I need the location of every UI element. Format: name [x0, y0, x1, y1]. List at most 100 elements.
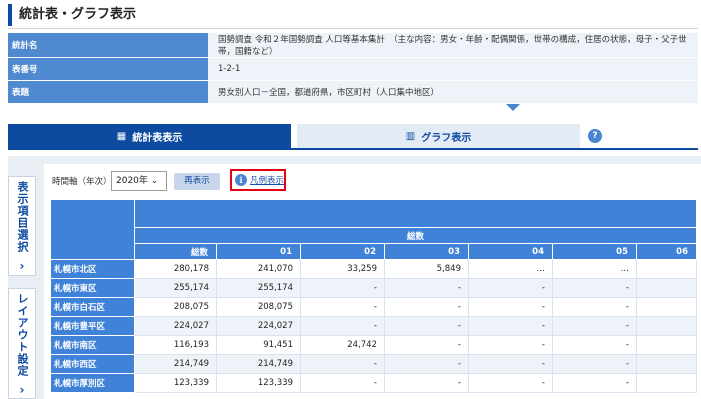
table-row: 札幌市白石区 208,075 208,075 - - - -	[50, 297, 697, 317]
table-cell	[636, 354, 697, 374]
table-cell: 208,075	[216, 297, 301, 317]
column-header: 06	[636, 243, 697, 260]
table-cell: 116,193	[134, 335, 217, 355]
table-cell: 255,174	[134, 278, 217, 298]
table-cell: -	[468, 278, 553, 298]
time-axis-label: 時間軸（年次）	[52, 177, 112, 187]
table-cell: -	[384, 316, 469, 336]
side-tab-label: レイアウト設定	[16, 293, 29, 377]
row-header: 札幌市白石区	[50, 297, 135, 317]
table-cell: 5,849	[384, 259, 469, 279]
statistics-info-table: 統計名 国勢調査 令和２年国勢調査 人口等基本集計 （主な内容：男女・年齢・配偶…	[8, 33, 698, 104]
table-cell: 224,027	[216, 316, 301, 336]
table-cell: 33,259	[300, 259, 385, 279]
statistics-table: 総数 総数 01 02 03 04 05 06 札幌市北区 280,178 24…	[50, 199, 697, 393]
legend-display-link[interactable]: i 凡例表示	[230, 169, 286, 191]
column-header: 01	[216, 243, 301, 260]
table-cell: -	[468, 335, 553, 355]
table-cell: 214,749	[216, 354, 301, 374]
table-cell: 214,749	[134, 354, 217, 374]
chevron-right-icon: ›	[19, 383, 25, 397]
title-divider	[8, 28, 698, 29]
table-cell: -	[468, 297, 553, 317]
table-cell: -	[384, 297, 469, 317]
table-cell	[636, 297, 697, 317]
table-cell	[636, 373, 697, 393]
table-cell: -	[552, 278, 637, 298]
column-header: 04	[468, 243, 553, 260]
tab-underline	[8, 148, 698, 150]
table-cell: -	[468, 316, 553, 336]
table-cell: -	[384, 335, 469, 355]
info-key: 表題	[8, 80, 208, 104]
time-axis-select[interactable]: 2020年 ⌄	[111, 171, 167, 191]
row-header: 札幌市東区	[50, 278, 135, 298]
table-row: 札幌市厚別区 123,339 123,339 - - - -	[50, 373, 697, 393]
table-row: 札幌市豊平区 224,027 224,027 - - - -	[50, 316, 697, 336]
table-cell	[636, 278, 697, 298]
info-value: 男女別人口－全国，都道府県，市区町村（人口集中地区）	[208, 80, 698, 104]
table-cell: 241,070	[216, 259, 301, 279]
table-row: 札幌市北区 280,178 241,070 33,259 5,849 … …	[50, 259, 697, 279]
layout-settings-tab[interactable]: レイアウト設定 ›	[8, 288, 36, 399]
table-cell	[636, 316, 697, 336]
table-cell: -	[552, 316, 637, 336]
table-cell: 255,174	[216, 278, 301, 298]
chevron-right-icon: ›	[19, 259, 25, 273]
table-cell: 280,178	[134, 259, 217, 279]
info-row: 表題 男女別人口－全国，都道府県，市区町村（人口集中地区）	[8, 80, 698, 104]
table-cell: 123,339	[216, 373, 301, 393]
tab-label: 統計表表示	[132, 132, 183, 144]
legend-link-label: 凡例表示	[250, 176, 285, 186]
row-header: 札幌市厚別区	[50, 373, 135, 393]
column-header: 02	[300, 243, 385, 260]
tab-label: グラフ表示	[421, 132, 472, 144]
table-cell: -	[384, 373, 469, 393]
table-cell: -	[384, 278, 469, 298]
table-cell: 24,742	[300, 335, 385, 355]
column-header: 総数	[134, 243, 217, 260]
column-header: 05	[552, 243, 637, 260]
info-key: 表番号	[8, 57, 208, 81]
table-cell: -	[300, 278, 385, 298]
table-icon: ▦	[116, 130, 127, 142]
side-tab-label: 表示項目選択	[16, 181, 29, 253]
table-cell	[636, 335, 697, 355]
info-value: 1-2-1	[208, 57, 698, 81]
expand-arrow-icon[interactable]	[506, 104, 520, 111]
help-icon[interactable]: ?	[588, 129, 602, 143]
table-row: 札幌市南区 116,193 91,451 24,742 - - -	[50, 335, 697, 355]
info-key: 統計名	[8, 33, 208, 58]
select-value: 2020年	[116, 176, 148, 186]
table-cell: -	[468, 354, 553, 374]
table-cell: -	[552, 335, 637, 355]
display-items-select-tab[interactable]: 表示項目選択 ›	[8, 176, 36, 276]
table-cell: -	[300, 373, 385, 393]
table-cell: -	[552, 297, 637, 317]
table-cell: -	[552, 373, 637, 393]
tab-graph-view[interactable]: ▥ グラフ表示	[297, 124, 580, 148]
table-cell: 123,339	[134, 373, 217, 393]
row-header: 札幌市北区	[50, 259, 135, 279]
bar-chart-icon: ▥	[405, 130, 416, 142]
redisplay-button[interactable]: 再表示	[174, 173, 220, 190]
table-corner	[50, 199, 135, 260]
group-header: 総数	[134, 227, 697, 244]
info-value: 国勢調査 令和２年国勢調査 人口等基本集計 （主な内容：男女・年齢・配偶関係，世…	[208, 33, 698, 58]
table-cell: …	[468, 259, 553, 279]
table-cell: 91,451	[216, 335, 301, 355]
info-row: 統計名 国勢調査 令和２年国勢調査 人口等基本集計 （主な内容：男女・年齢・配偶…	[8, 33, 698, 58]
row-header: 札幌市西区	[50, 354, 135, 374]
table-cell: 224,027	[134, 316, 217, 336]
tab-table-view[interactable]: ▦ 統計表表示	[8, 124, 291, 148]
table-row: 札幌市東区 255,174 255,174 - - - -	[50, 278, 697, 298]
row-header: 札幌市豊平区	[50, 316, 135, 336]
table-cell: -	[468, 373, 553, 393]
info-row: 表番号 1-2-1	[8, 57, 698, 81]
row-header: 札幌市南区	[50, 335, 135, 355]
page-title: 統計表・グラフ表示	[8, 4, 698, 26]
table-cell: -	[384, 354, 469, 374]
chevron-down-icon: ⌄	[147, 176, 159, 186]
table-cell: 208,075	[134, 297, 217, 317]
table-cell: -	[300, 354, 385, 374]
